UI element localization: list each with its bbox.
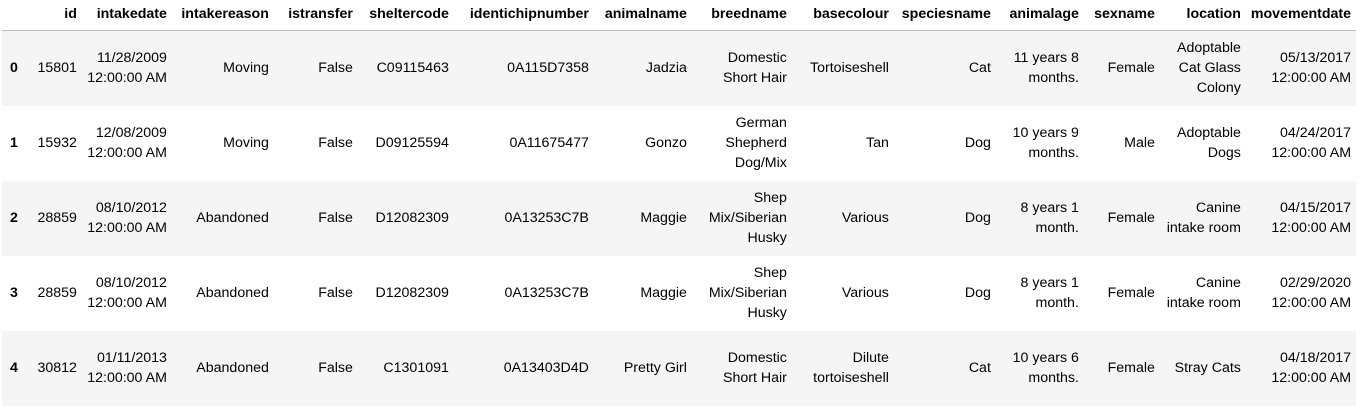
cell-intakereason: Moving: [223, 60, 269, 77]
header-istransfer: istransfer: [273, 0, 358, 31]
cell-basecolour: Various: [841, 210, 889, 226]
cell-speciesname: Dog: [964, 210, 991, 226]
cell-animalname: Maggie: [640, 210, 687, 226]
table-row: 2 28859 08/10/2012 12:00:00 AM Abandoned…: [2, 180, 1357, 256]
header-identichipnumber: identichipnumber: [453, 0, 594, 31]
cell-id: 15932: [37, 135, 77, 151]
cell-animalage: 10 years 6 months.: [1012, 350, 1079, 386]
cell-istransfer: False: [318, 210, 353, 226]
cell-speciesname: Cat: [968, 360, 991, 376]
header-intakereason: intakereason: [171, 0, 274, 31]
cell-breedname: Domestic Short Hair: [723, 350, 787, 386]
cell-intakereason: Moving: [223, 135, 269, 151]
cell-identichipnumber: 0A13253C7B: [504, 285, 589, 301]
header-sheltercode: sheltercode: [357, 0, 454, 31]
cell-sheltercode: C1301091: [383, 360, 449, 376]
cell-id: 28859: [37, 210, 77, 226]
header-movementdate: movementdate: [1245, 0, 1357, 31]
cell-location: Stray Cats: [1174, 360, 1241, 376]
cell-breedname: Shep Mix/Siberian Husky: [708, 190, 787, 246]
header-intakedate: intakedate: [81, 0, 172, 31]
cell-id: 15801: [37, 60, 77, 77]
cell-movementdate: 04/24/2017 12:00:00 AM: [1271, 125, 1352, 161]
cell-location: Canine intake room: [1166, 275, 1241, 311]
cell-speciesname: Dog: [964, 285, 991, 301]
cell-identichipnumber: 0A11675477: [509, 135, 589, 151]
row-index: 0: [10, 60, 18, 77]
header-location: location: [1159, 0, 1246, 31]
cell-basecolour: Various: [841, 285, 889, 301]
header-sexname: sexname: [1083, 0, 1160, 31]
cell-sexname: Female: [1107, 210, 1155, 226]
dataframe-table: id intakedate intakereason istransfer sh…: [2, 0, 1357, 406]
cell-movementdate: 04/18/2017 12:00:00 AM: [1271, 350, 1352, 386]
cell-sheltercode: D12082309: [375, 210, 449, 226]
cell-animalage: 10 years 9 months.: [1012, 125, 1079, 161]
cell-animalname: Gonzo: [645, 135, 687, 151]
table-row: 4 30812 01/11/2013 12:00:00 AM Abandoned…: [2, 330, 1357, 406]
cell-speciesname: Cat: [968, 60, 991, 77]
cell-animalage: 8 years 1 month.: [1020, 275, 1079, 311]
cell-basecolour: Dilute tortoiseshell: [813, 350, 889, 386]
cell-speciesname: Dog: [964, 135, 991, 151]
cell-sexname: Female: [1107, 360, 1155, 376]
header-animalage: animalage: [995, 0, 1084, 31]
cell-intakereason: Abandoned: [196, 210, 269, 226]
cell-animalname: Jadzia: [645, 60, 687, 77]
header-row: id intakedate intakereason istransfer sh…: [2, 0, 1357, 31]
cell-location: Canine intake room: [1166, 200, 1241, 236]
table-row: 1 15932 12/08/2009 12:00:00 AM Moving Fa…: [2, 105, 1357, 181]
table-header: id intakedate intakereason istransfer sh…: [2, 0, 1357, 31]
cell-movementdate: 04/15/2017 12:00:00 AM: [1271, 200, 1352, 236]
cell-location: Adoptable Dogs: [1176, 125, 1241, 161]
cell-sheltercode: D09125594: [375, 135, 449, 151]
cell-sheltercode: C09115463: [376, 60, 449, 77]
cell-sexname: Male: [1124, 135, 1155, 151]
table-body: 0 15801 11/28/2009 12:00:00 AM Moving Fa…: [2, 30, 1357, 406]
cell-id: 28859: [37, 285, 77, 301]
header-breedname: breedname: [691, 0, 792, 31]
cell-sexname: Female: [1107, 60, 1155, 77]
table-row: 0 15801 11/28/2009 12:00:00 AM Moving Fa…: [2, 30, 1357, 106]
row-index: 1: [10, 135, 18, 151]
header-speciesname: speciesname: [893, 0, 996, 31]
cell-animalname: Maggie: [640, 285, 687, 301]
cell-breedname: Shep Mix/Siberian Husky: [708, 265, 787, 321]
cell-identichipnumber: 0A13253C7B: [504, 210, 589, 226]
cell-istransfer: False: [318, 60, 353, 77]
cell-intakedate: 11/28/2009 12:00:00 AM: [87, 50, 167, 87]
cell-animalname: Pretty Girl: [623, 360, 687, 376]
cell-location: Adoptable Cat Glass Colony: [1176, 40, 1241, 97]
cell-id: 30812: [37, 360, 77, 376]
cell-basecolour: Tortoiseshell: [810, 60, 889, 77]
cell-animalage: 11 years 8 months.: [1013, 50, 1079, 87]
cell-intakedate: 08/10/2012 12:00:00 AM: [87, 200, 167, 236]
cell-intakereason: Abandoned: [196, 360, 269, 376]
cell-movementdate: 02/29/2020 12:00:00 AM: [1271, 275, 1352, 311]
cell-istransfer: False: [318, 135, 353, 151]
cell-intakedate: 01/11/2013 12:00:00 AM: [87, 350, 167, 386]
header-animalname: animalname: [593, 0, 692, 31]
row-index: 4: [10, 360, 18, 376]
header-basecolour: basecolour: [791, 0, 894, 31]
cell-istransfer: False: [318, 285, 353, 301]
cell-intakereason: Abandoned: [196, 285, 269, 301]
cell-sexname: Female: [1107, 285, 1155, 301]
cell-breedname: German Shepherd Dog/Mix: [725, 115, 787, 171]
cell-identichipnumber: 0A13403D4D: [503, 360, 589, 376]
cell-movementdate: 05/13/2017 12:00:00 AM: [1271, 50, 1352, 87]
row-index: 2: [10, 210, 18, 226]
header-index: [2, 0, 26, 31]
cell-breedname: Domestic Short Hair: [723, 50, 787, 87]
cell-basecolour: Tan: [866, 135, 889, 151]
cell-intakedate: 12/08/2009 12:00:00 AM: [87, 125, 167, 161]
header-id: id: [25, 0, 82, 31]
cell-animalage: 8 years 1 month.: [1020, 200, 1079, 236]
cell-intakedate: 08/10/2012 12:00:00 AM: [87, 275, 167, 311]
cell-sheltercode: D12082309: [375, 285, 449, 301]
cell-identichipnumber: 0A115D7358: [507, 60, 589, 77]
table-row: 3 28859 08/10/2012 12:00:00 AM Abandoned…: [2, 255, 1357, 331]
row-index: 3: [10, 285, 18, 301]
cell-istransfer: False: [318, 360, 353, 376]
